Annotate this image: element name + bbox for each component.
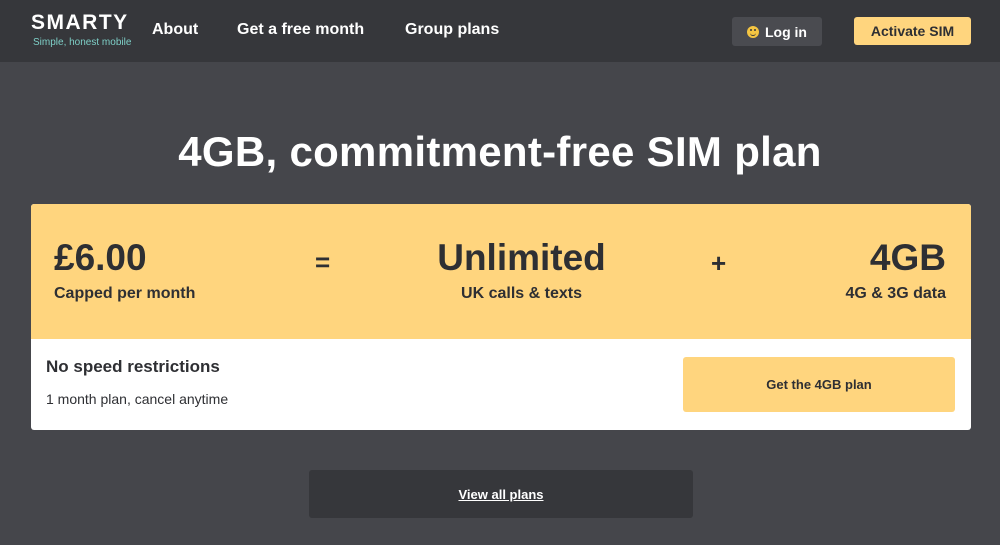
view-all-plans-label: View all plans	[458, 486, 544, 502]
activate-sim-button[interactable]: Activate SIM	[854, 17, 971, 45]
nav-link-about[interactable]: About	[152, 20, 198, 40]
logo-tagline: Simple, honest mobile	[33, 37, 132, 48]
page-title: 4GB, commitment-free SIM plan	[178, 128, 822, 175]
view-all-plans-button[interactable]: View all plans	[309, 470, 693, 518]
log-in-button[interactable]: Log in	[732, 17, 822, 46]
plan-calls-value: Unlimited	[437, 237, 606, 278]
smarty-logo[interactable]: SMARTY Simple, honest mobile	[31, 12, 131, 49]
plan-card: £6.00 Capped per month = Unlimited UK ca…	[31, 204, 971, 430]
feature-title: No speed restrictions	[46, 357, 220, 376]
top-navigation-bar: SMARTY Simple, honest mobile About Get a…	[0, 0, 1000, 62]
nav-link-free-month[interactable]: Get a free month	[237, 20, 364, 40]
feature-subtitle: 1 month plan, cancel anytime	[46, 391, 229, 407]
plan-data-value: 4GB	[869, 237, 946, 278]
logo-wordmark: SMARTY	[31, 11, 129, 34]
nav-link-group-plans[interactable]: Group plans	[405, 20, 499, 40]
plan-summary-band: £6.00 Capped per month = Unlimited UK ca…	[31, 204, 971, 339]
plan-calls-caption: UK calls & texts	[461, 285, 582, 302]
log-in-label: Log in	[765, 23, 807, 40]
smiley-icon	[747, 25, 759, 38]
get-plan-button[interactable]: Get the 4GB plan	[683, 357, 955, 412]
plus-sign: +	[711, 248, 727, 278]
plan-data-caption: 4G & 3G data	[845, 285, 946, 302]
